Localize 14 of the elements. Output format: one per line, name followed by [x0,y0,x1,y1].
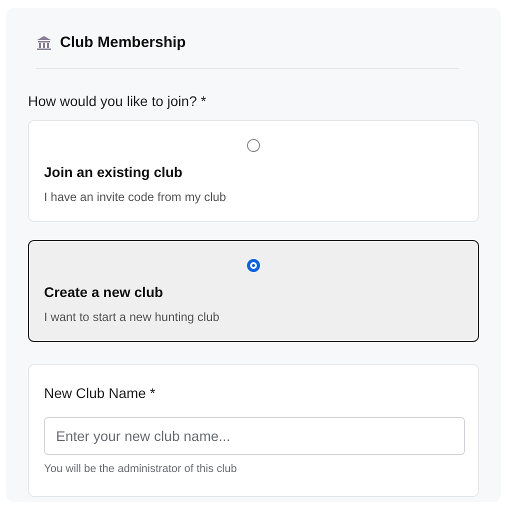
option-card[interactable]: Join an existing club I have an invite code from my club [28,120,479,222]
radio-button[interactable] [247,258,260,272]
building-icon [36,35,52,52]
field-label: New Club Name * [44,384,156,402]
option-description: I have an invite code from my club [44,190,226,204]
option-title: Create a new club [44,282,164,302]
option-title: Join an existing club [44,162,182,182]
radio-button[interactable] [247,138,260,152]
input-field[interactable]: Enter your new club name... [44,416,465,454]
section-title: Club Membership [60,33,186,53]
help-text: You will be the administrator of this club [44,462,237,476]
option-description: I want to start a new hunting club [44,310,220,324]
question-label: How would you like to join? * [28,92,206,111]
option-card[interactable]: Create a new club I want to start a new hunting club [28,240,479,342]
